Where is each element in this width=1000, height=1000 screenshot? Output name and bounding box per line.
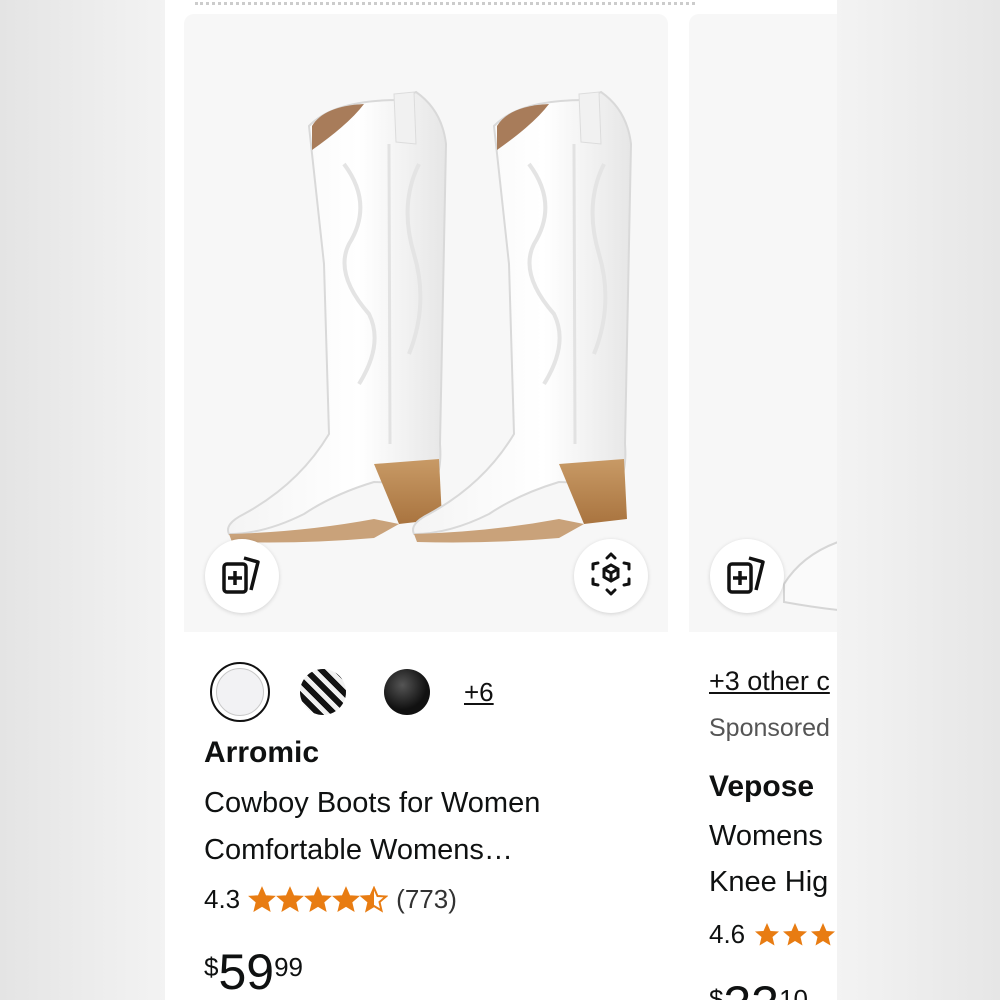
swatch-black[interactable] bbox=[384, 669, 430, 715]
price: $ 59 99 bbox=[204, 944, 303, 1000]
swatch-zebra[interactable] bbox=[300, 669, 346, 715]
product-card-2[interactable]: +3 other c Sponsored Vepose Womens Knee … bbox=[689, 14, 837, 1000]
product-image-2[interactable] bbox=[689, 14, 837, 632]
product-title-2-line-1[interactable]: Womens bbox=[709, 820, 823, 853]
color-swatches: +6 bbox=[210, 662, 494, 722]
rating-value: 4.3 bbox=[204, 884, 241, 914]
product-title-line-1[interactable]: Cowboy Boots for Women bbox=[204, 787, 540, 820]
compare-button-2[interactable] bbox=[710, 539, 784, 613]
sponsored-label: Sponsored bbox=[709, 714, 830, 742]
price-2: $ 33 10 bbox=[709, 976, 808, 1000]
price-fraction: 99 bbox=[274, 952, 304, 982]
product-card[interactable]: +6 Arromic Cowboy Boots for Women Comfor… bbox=[184, 14, 668, 1000]
price-whole: 59 bbox=[218, 944, 275, 1000]
compare-cards-icon bbox=[220, 552, 264, 601]
stars-icon bbox=[755, 922, 836, 945]
price-whole-2: 33 bbox=[723, 976, 779, 1000]
product-image[interactable] bbox=[184, 14, 668, 632]
compare-button[interactable] bbox=[205, 539, 279, 613]
view-in-3d-icon bbox=[589, 552, 633, 601]
stars-icon bbox=[249, 886, 388, 911]
star-rating bbox=[248, 886, 388, 914]
rating-row[interactable]: 4.3 (773) bbox=[204, 884, 457, 915]
background-right bbox=[837, 0, 1000, 1000]
view-in-3d-button[interactable] bbox=[574, 539, 648, 613]
rating-value-2: 4.6 bbox=[709, 919, 746, 949]
product-title-2-line-2[interactable]: Knee Hig bbox=[709, 866, 828, 899]
compare-cards-icon bbox=[725, 552, 769, 601]
rating-row-2[interactable]: 4.6 bbox=[709, 919, 837, 950]
price-symbol-2: $ bbox=[709, 984, 724, 1000]
other-colors-link[interactable]: +3 other c bbox=[709, 666, 830, 697]
more-colors-link[interactable]: +6 bbox=[464, 677, 494, 708]
brand-name: Arromic bbox=[204, 736, 320, 769]
phone-screen: +6 Arromic Cowboy Boots for Women Comfor… bbox=[165, 0, 837, 1000]
boot-left bbox=[227, 90, 448, 543]
product-title-line-2[interactable]: Comfortable Womens… bbox=[204, 834, 513, 867]
boot-image-partial bbox=[783, 541, 837, 611]
cut-off-header-text bbox=[195, 0, 695, 5]
price-fraction-2: 10 bbox=[779, 984, 809, 1000]
background-left bbox=[0, 0, 165, 1000]
price-symbol: $ bbox=[204, 952, 219, 982]
brand-name-2: Vepose bbox=[709, 770, 815, 803]
cowboy-boots-image bbox=[227, 90, 633, 543]
swatch-white[interactable] bbox=[210, 662, 270, 722]
review-count: (773) bbox=[396, 884, 457, 914]
